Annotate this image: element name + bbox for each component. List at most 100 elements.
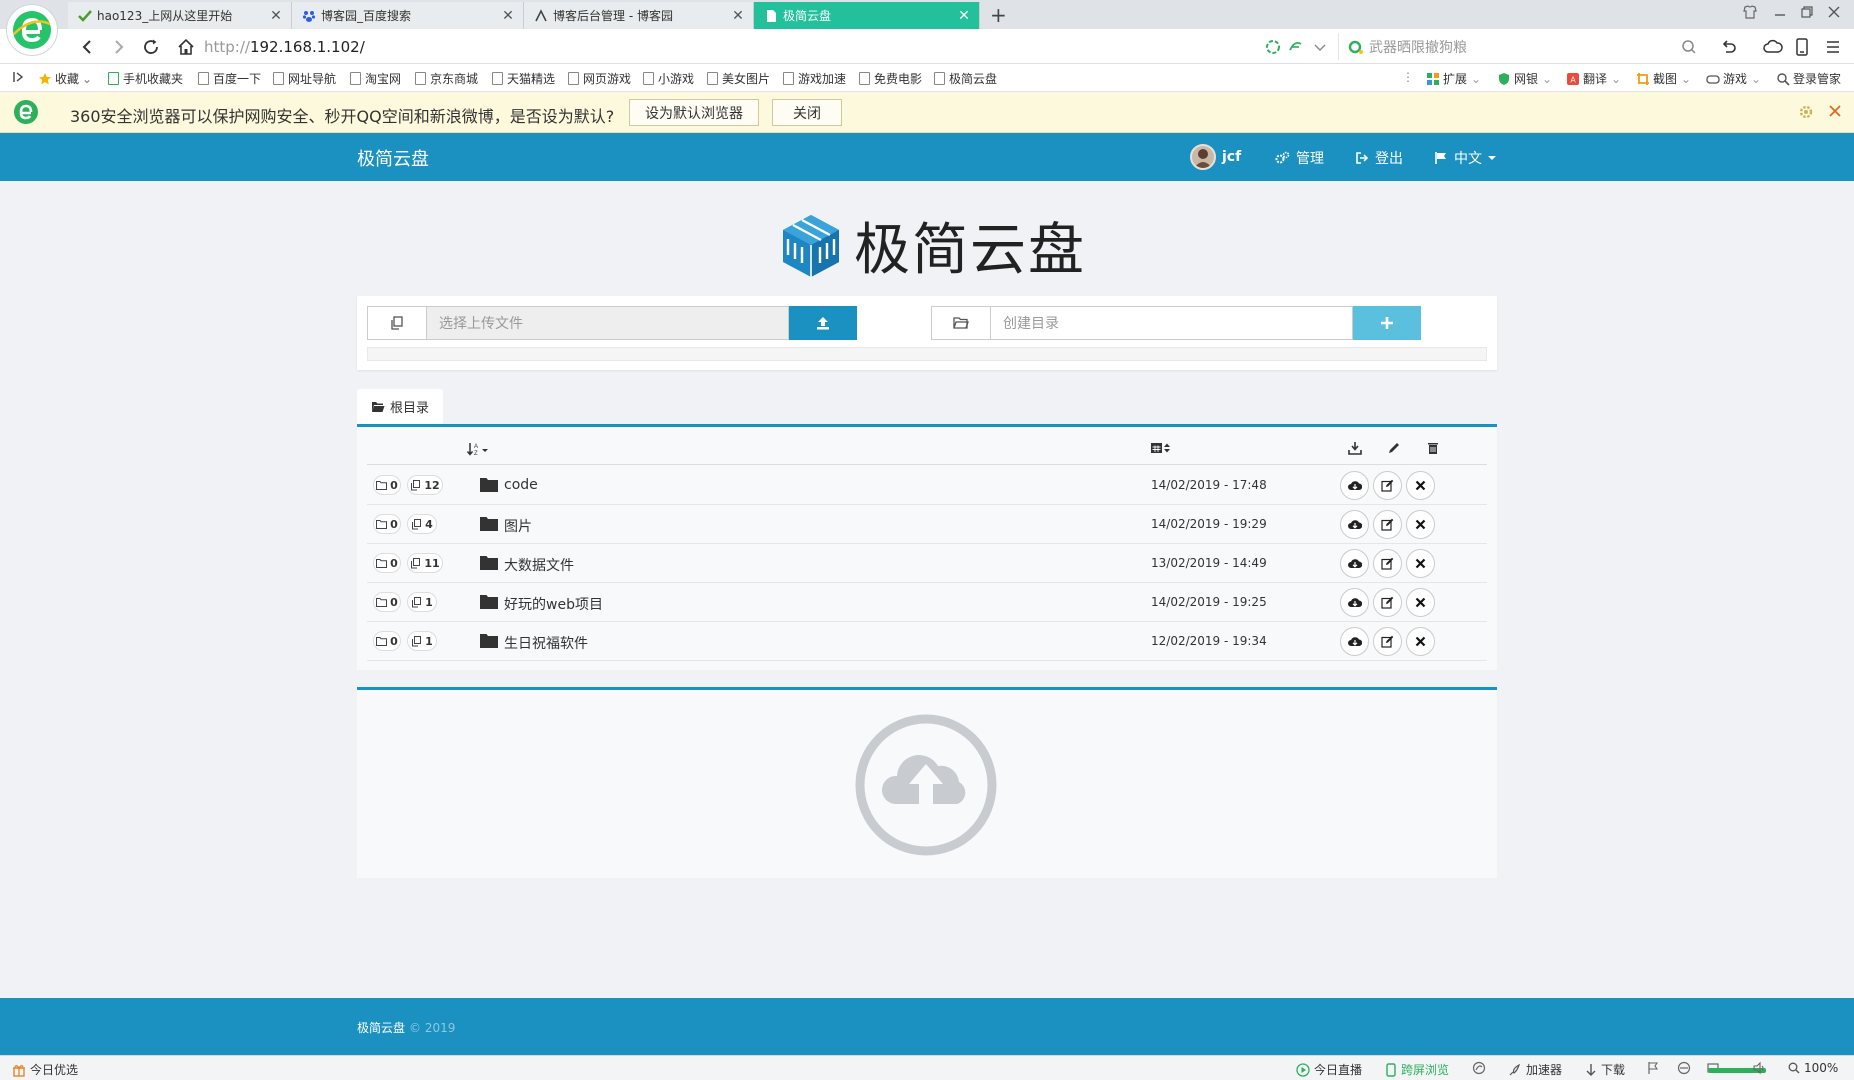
bookmark-item[interactable]: 百度一下 bbox=[198, 70, 261, 87]
menu-icon[interactable] bbox=[1822, 36, 1844, 58]
search-input[interactable]: 武器晒限撤狗粮 bbox=[1338, 33, 1706, 60]
folder-name-link[interactable]: 生日祝福软件 bbox=[504, 633, 588, 653]
security-check-icon[interactable] bbox=[1262, 36, 1284, 58]
download-button[interactable] bbox=[1340, 549, 1369, 578]
folder-name-link[interactable]: code bbox=[504, 477, 538, 493]
bookmark-item[interactable]: 网址导航 bbox=[273, 70, 336, 87]
table-row[interactable]: 0 11 大数据文件 13/02/2019 - 14:49 bbox=[367, 544, 1487, 583]
sort-by-name-button[interactable]: AZ bbox=[467, 442, 491, 456]
bookmark-item[interactable]: 淘宝网 bbox=[350, 70, 401, 87]
tab-baidu-search[interactable]: 博客园_百度搜索 ✕ bbox=[292, 2, 524, 29]
undo-icon[interactable] bbox=[1718, 36, 1740, 58]
set-default-browser-button[interactable]: 设为默认浏览器 bbox=[629, 99, 759, 126]
tab-blog-admin[interactable]: 博客后台管理 - 博客园 ✕ bbox=[524, 2, 754, 29]
flag-status-icon[interactable] bbox=[1647, 1061, 1659, 1075]
browser-engine-icon[interactable] bbox=[1677, 1061, 1691, 1075]
new-tab-button[interactable]: + bbox=[990, 3, 1007, 27]
bookmark-item[interactable]: 天猫精选 bbox=[492, 70, 555, 87]
language-dropdown[interactable]: 中文 bbox=[1434, 148, 1496, 168]
bookmark-favorites[interactable]: 收藏 ⌄ bbox=[38, 70, 92, 87]
folder-name-link[interactable]: 好玩的web项目 bbox=[504, 594, 603, 614]
volume-icon[interactable] bbox=[1752, 1061, 1766, 1075]
360-browser-logo-icon[interactable] bbox=[6, 4, 58, 56]
download-button[interactable] bbox=[1340, 627, 1369, 656]
choose-file-addon[interactable] bbox=[367, 306, 427, 340]
settings-gear-icon[interactable] bbox=[1798, 104, 1814, 120]
games-button[interactable]: 游戏 ⌄ bbox=[1706, 70, 1761, 87]
rename-button[interactable] bbox=[1373, 627, 1402, 656]
cross-screen-button[interactable]: 跨屏浏览 bbox=[1385, 1061, 1449, 1078]
infobar-dismiss-icon[interactable] bbox=[1828, 104, 1842, 118]
rename-button[interactable] bbox=[1373, 588, 1402, 617]
bookmark-item[interactable]: 游戏加速 bbox=[783, 70, 846, 87]
tab-hao123[interactable]: hao123_上网从这里开始 ✕ bbox=[68, 2, 292, 29]
user-menu[interactable]: jcf bbox=[1190, 144, 1241, 170]
close-tab-icon[interactable]: ✕ bbox=[501, 8, 515, 24]
dropdown-chevron-icon[interactable] bbox=[1309, 36, 1331, 58]
screenshot-button[interactable]: 截图 ⌄ bbox=[1636, 70, 1691, 87]
bookmark-item[interactable]: 网页游戏 bbox=[568, 70, 631, 87]
infobar-close-button[interactable]: 关闭 bbox=[772, 99, 842, 126]
close-tab-icon[interactable]: ✕ bbox=[269, 8, 283, 24]
refresh-icon[interactable] bbox=[140, 36, 162, 58]
ie-mode-icon[interactable] bbox=[1284, 36, 1306, 58]
address-bar[interactable]: http:// 192.168.1.102/ bbox=[204, 33, 1256, 60]
create-directory-input[interactable]: 创建目录 bbox=[991, 306, 1353, 340]
accelerator-button[interactable]: 加速器 bbox=[1508, 1061, 1562, 1078]
sidebar-toggle-icon[interactable] bbox=[12, 70, 24, 84]
close-window-icon[interactable] bbox=[1827, 4, 1841, 20]
minimize-icon[interactable] bbox=[1773, 4, 1787, 20]
bookmark-item[interactable]: 美女图片 bbox=[707, 70, 770, 87]
rename-button[interactable] bbox=[1373, 510, 1402, 539]
rename-button[interactable] bbox=[1373, 471, 1402, 500]
table-row[interactable]: 0 12 code 14/02/2019 - 17:48 bbox=[367, 466, 1487, 505]
back-icon[interactable] bbox=[76, 36, 98, 58]
app-brand-link[interactable]: 极简云盘 bbox=[357, 145, 429, 171]
close-tab-icon[interactable]: ✕ bbox=[731, 8, 745, 24]
table-row[interactable]: 0 4 图片 14/02/2019 - 19:29 bbox=[367, 505, 1487, 544]
tab-jijian-cloud[interactable]: 极简云盘 ✕ bbox=[754, 2, 980, 29]
rename-button[interactable] bbox=[1373, 549, 1402, 578]
more-bookmarks-icon[interactable]: ⋮ bbox=[1402, 70, 1414, 84]
online-bank-button[interactable]: 网银 ⌄ bbox=[1497, 70, 1552, 87]
delete-button[interactable] bbox=[1406, 588, 1435, 617]
bookmark-item[interactable]: 手机收藏夹 bbox=[108, 70, 183, 87]
close-tab-icon[interactable]: ✕ bbox=[957, 8, 971, 24]
delete-button[interactable] bbox=[1406, 471, 1435, 500]
sort-by-date-button[interactable] bbox=[1150, 441, 1174, 455]
admin-link[interactable]: 管理 bbox=[1275, 148, 1324, 168]
folder-name-link[interactable]: 大数据文件 bbox=[504, 555, 574, 575]
cloud-sync-icon[interactable] bbox=[1762, 36, 1784, 58]
bookmark-item[interactable]: 极简云盘 bbox=[934, 70, 997, 87]
drop-upload-zone[interactable] bbox=[357, 687, 1497, 878]
table-row[interactable]: 0 1 生日祝福软件 12/02/2019 - 19:34 bbox=[367, 622, 1487, 661]
skin-icon[interactable] bbox=[1742, 4, 1758, 20]
breadcrumb[interactable]: 根目录 bbox=[357, 389, 444, 424]
bookmark-item[interactable]: 京东商城 bbox=[415, 70, 478, 87]
forward-icon[interactable] bbox=[108, 36, 130, 58]
table-row[interactable]: 0 1 好玩的web项目 14/02/2019 - 19:25 bbox=[367, 583, 1487, 622]
compat-icon[interactable] bbox=[1472, 1061, 1486, 1075]
login-manager-button[interactable]: 登录管家 bbox=[1776, 70, 1841, 87]
home-icon[interactable] bbox=[175, 36, 197, 58]
mobile-icon[interactable] bbox=[1791, 36, 1813, 58]
delete-button[interactable] bbox=[1406, 510, 1435, 539]
bookmark-item[interactable]: 免费电影 bbox=[859, 70, 922, 87]
search-engine-icon[interactable] bbox=[1345, 36, 1367, 58]
download-button[interactable] bbox=[1340, 471, 1369, 500]
upload-file-input[interactable]: 选择上传文件 bbox=[427, 306, 789, 340]
zoom-control[interactable]: 100% bbox=[1788, 1061, 1838, 1075]
today-picks-button[interactable]: 今日优选 bbox=[12, 1061, 78, 1078]
restore-icon[interactable] bbox=[1800, 4, 1814, 20]
downloads-button[interactable]: 下载 bbox=[1585, 1061, 1625, 1078]
download-button[interactable] bbox=[1340, 588, 1369, 617]
delete-button[interactable] bbox=[1406, 627, 1435, 656]
live-button[interactable]: 今日直播 bbox=[1296, 1061, 1362, 1078]
delete-button[interactable] bbox=[1406, 549, 1435, 578]
folder-name-link[interactable]: 图片 bbox=[504, 516, 532, 536]
translate-button[interactable]: A 翻译 ⌄ bbox=[1566, 70, 1621, 87]
upload-button[interactable] bbox=[789, 306, 857, 340]
search-icon[interactable] bbox=[1678, 36, 1700, 58]
download-button[interactable] bbox=[1340, 510, 1369, 539]
bookmark-item[interactable]: 小游戏 bbox=[643, 70, 694, 87]
